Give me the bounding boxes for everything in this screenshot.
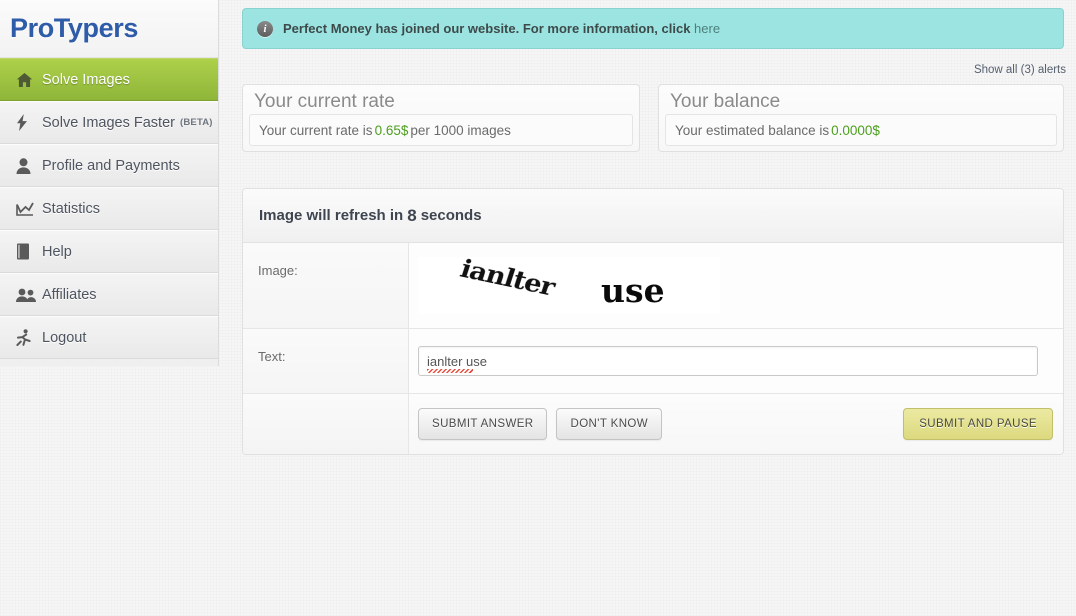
current-rate-panel: Your current rate Your current rate is 0… [242, 84, 640, 152]
sidebar-item-statistics[interactable]: Statistics [0, 187, 218, 230]
users-icon [16, 288, 42, 302]
current-rate-title: Your current rate [254, 91, 395, 112]
sidebar-item-label: Solve Images [42, 71, 130, 88]
sidebar-item-solve-images-faster[interactable]: Solve Images Faster (BETA) [0, 101, 218, 144]
user-icon [16, 157, 42, 174]
answer-input-wrapper [418, 346, 1038, 376]
captcha-button-row: SUBMIT ANSWER DON'T KNOW SUBMIT AND PAUS… [243, 394, 1063, 454]
text-row-label: Text: [243, 329, 409, 393]
beta-badge: (BETA) [179, 117, 213, 128]
alert-here-link[interactable]: here [694, 21, 720, 36]
balance-text-before: Your estimated balance is [675, 122, 830, 138]
sidebar-item-label: Profile and Payments [42, 157, 180, 174]
current-rate-text-after: per 1000 images [410, 122, 511, 138]
info-icon: i [257, 20, 273, 37]
captcha-panel: Image will refresh in 8 seconds Image: i… [242, 188, 1064, 455]
chart-icon [16, 202, 42, 216]
current-rate-text-before: Your current rate is [259, 122, 373, 138]
alert-banner: i Perfect Money has joined our website. … [242, 8, 1064, 49]
captcha-text-row: Text: [243, 329, 1063, 394]
dont-know-button[interactable]: DON'T KNOW [556, 408, 663, 440]
captcha-word-one: ianlter [456, 257, 558, 302]
captcha-word-two: use [601, 271, 665, 310]
alert-message: Perfect Money has joined our website. Fo… [283, 21, 720, 36]
sidebar-item-label: Statistics [42, 200, 101, 217]
home-icon [16, 72, 42, 88]
balance-value-row: Your estimated balance is 0.0000$ [665, 114, 1057, 146]
button-row-label [243, 394, 409, 454]
text-row-content [409, 329, 1063, 393]
image-row-content: ianlter use [409, 243, 1063, 328]
sidebar-item-label: Logout [42, 329, 87, 346]
sidebar-item-affiliates[interactable]: Affiliates [0, 273, 218, 316]
running-person-icon [16, 329, 42, 346]
refresh-text-before: Image will refresh in [259, 207, 404, 224]
sidebar-item-label: Solve Images Faster [42, 114, 175, 131]
logo-bar: ProTypers [0, 0, 218, 58]
refresh-countdown-seconds: 8 [407, 205, 417, 225]
balance-title: Your balance [670, 91, 781, 112]
main-content: i Perfect Money has joined our website. … [233, 0, 1076, 616]
brand-logo[interactable]: ProTypers [10, 13, 138, 44]
sidebar-item-help[interactable]: Help [0, 230, 218, 273]
sidebar-item-profile-and-payments[interactable]: Profile and Payments [0, 144, 218, 187]
sidebar-item-label: Help [42, 243, 72, 260]
sidebar-item-solve-images[interactable]: Solve Images [0, 58, 218, 101]
book-icon [16, 243, 42, 260]
sidebar: ProTypers Solve Images Solve Images Fast… [0, 0, 219, 366]
sidebar-item-label: Affiliates [42, 286, 97, 303]
button-row-content: SUBMIT ANSWER DON'T KNOW SUBMIT AND PAUS… [409, 394, 1063, 454]
show-all-alerts-link[interactable]: Show all (3) alerts [974, 64, 1066, 76]
captcha-image-row: Image: ianlter use [243, 243, 1063, 329]
submit-and-pause-button[interactable]: SUBMIT AND PAUSE [903, 408, 1053, 440]
alert-message-text: Perfect Money has joined our website. Fo… [283, 21, 691, 36]
captcha-refresh-header: Image will refresh in 8 seconds [243, 189, 1063, 243]
refresh-text-after: seconds [420, 207, 482, 224]
balance-value: 0.0000$ [831, 122, 880, 138]
current-rate-value-row: Your current rate is 0.65$ per 1000 imag… [249, 114, 633, 146]
captcha-image[interactable]: ianlter use [418, 257, 720, 314]
answer-input[interactable] [418, 346, 1038, 376]
bolt-icon [16, 114, 42, 131]
sidebar-item-logout[interactable]: Logout [0, 316, 218, 359]
balance-panel: Your balance Your estimated balance is 0… [658, 84, 1064, 152]
current-rate-value: 0.65$ [374, 122, 409, 138]
image-row-label: Image: [243, 243, 409, 328]
submit-answer-button[interactable]: SUBMIT ANSWER [418, 408, 548, 440]
